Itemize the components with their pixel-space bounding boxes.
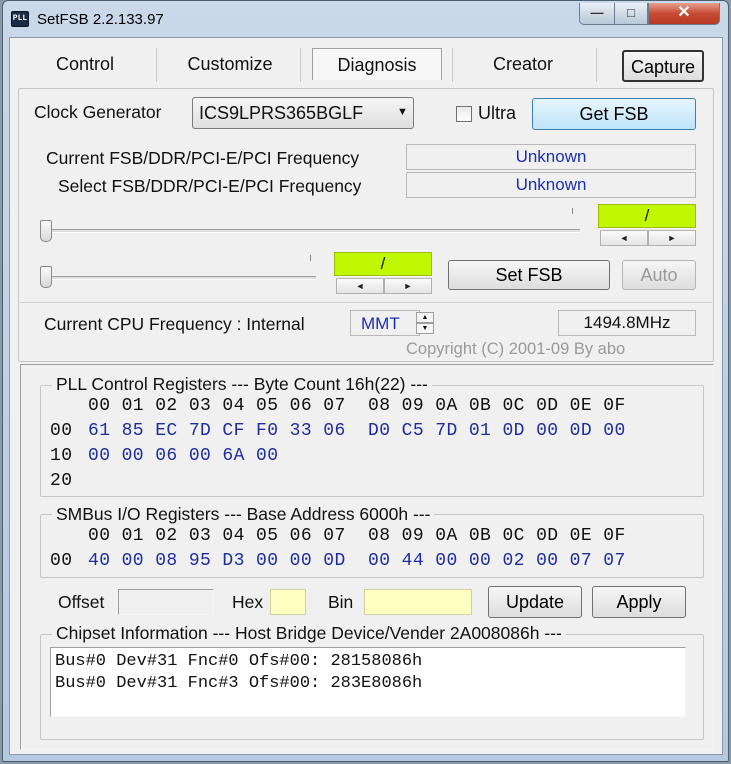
smbus-column-header: 00 01 02 03 04 05 06 07 08 09 0A 0B 0C 0… — [88, 526, 626, 546]
slider-tick — [310, 255, 311, 261]
ddr-spin-right-button[interactable]: ► — [384, 278, 432, 294]
ultra-checkbox[interactable] — [456, 106, 472, 122]
hex-label: Hex — [232, 592, 264, 612]
pll-row-bytes: 61 85 EC 7D CF F0 33 06 D0 C5 7D 01 0D 0… — [88, 421, 626, 441]
cpu-frequency-value: 1494.8MHz — [558, 310, 696, 336]
select-frequency-label: Select FSB/DDR/PCI-E/PCI Frequency — [58, 176, 362, 196]
fsb-slider-track[interactable] — [40, 229, 580, 233]
smbus-row-address: 00 — [50, 551, 73, 571]
pll-registers-header: PLL Control Registers --- Byte Count 16h… — [52, 374, 432, 395]
ddr-slider-thumb[interactable] — [40, 266, 52, 288]
clock-generator-select[interactable]: ICS9LPRS365BGLF ▼ — [192, 97, 414, 129]
ultra-label: Ultra — [478, 103, 517, 123]
bin-input[interactable] — [364, 589, 472, 615]
pll-row-bytes: 00 00 06 00 6A 00 — [88, 446, 279, 466]
ddr-slider-value: / — [334, 252, 432, 276]
set-fsb-button[interactable]: Set FSB — [448, 260, 610, 290]
chipset-info-line: Bus#0 Dev#31 Fnc#0 Ofs#00: 28158086h — [55, 652, 423, 671]
divider — [20, 302, 712, 303]
cpu-source-down-button[interactable]: ▼ — [416, 323, 434, 334]
chevron-down-icon: ▼ — [397, 106, 408, 118]
smbus-row-bytes: 40 00 08 95 D3 00 00 0D 00 44 00 00 02 0… — [88, 551, 626, 571]
pll-row-address: 10 — [50, 446, 73, 466]
chipset-info-line: Bus#0 Dev#31 Fnc#3 Ofs#00: 283E8086h — [55, 674, 423, 693]
ddr-spin-left-button[interactable]: ◄ — [336, 278, 384, 294]
window-title: SetFSB 2.2.133.97 — [37, 11, 164, 28]
minimize-button[interactable]: — — [579, 3, 615, 25]
pll-row-address: 00 — [50, 421, 73, 441]
current-frequency-value: Unknown — [406, 144, 696, 170]
chipset-info-header: Chipset Information --- Host Bridge Devi… — [52, 623, 566, 644]
apply-button[interactable]: Apply — [592, 586, 686, 618]
tab-customize[interactable]: Customize — [172, 48, 288, 80]
select-frequency-value: Unknown — [406, 172, 696, 198]
offset-input[interactable] — [118, 589, 214, 615]
close-button[interactable]: ✕ — [648, 3, 720, 25]
client-area: Control Customize Diagnosis Creator Capt… — [9, 37, 723, 755]
tab-diagnosis[interactable]: Diagnosis — [312, 48, 442, 80]
fsb-spin-left-button[interactable]: ◄ — [600, 230, 648, 246]
fsb-slider-thumb[interactable] — [40, 220, 52, 242]
tab-creator[interactable]: Creator — [466, 48, 580, 80]
get-fsb-button[interactable]: Get FSB — [532, 98, 696, 130]
clock-generator-label: Clock Generator — [34, 102, 162, 122]
clock-generator-value: ICS9LPRS365BGLF — [199, 103, 364, 123]
update-button[interactable]: Update — [488, 586, 582, 618]
slider-tick — [572, 208, 573, 214]
tab-control[interactable]: Control — [28, 48, 142, 80]
tab-separator — [300, 48, 301, 82]
hex-input[interactable] — [270, 589, 306, 615]
fsb-spin-right-button[interactable]: ► — [648, 230, 696, 246]
pll-column-header: 00 01 02 03 04 05 06 07 08 09 0A 0B 0C 0… — [88, 396, 626, 416]
ddr-slider-track[interactable] — [40, 276, 316, 280]
pll-app-icon: PLL — [11, 11, 29, 27]
cpu-frequency-label: Current CPU Frequency : Internal — [44, 314, 305, 334]
tab-separator — [156, 48, 157, 82]
app-window: PLL SetFSB 2.2.133.97 — □ ✕ Control Cust… — [2, 0, 729, 762]
fsb-slider-value: / — [598, 204, 696, 228]
maximize-button[interactable]: □ — [614, 3, 648, 25]
tab-separator — [596, 48, 597, 82]
tab-separator — [452, 48, 453, 82]
current-frequency-label: Current FSB/DDR/PCI-E/PCI Frequency — [46, 148, 360, 168]
chipset-info-textbox[interactable]: Bus#0 Dev#31 Fnc#0 Ofs#00: 28158086h Bus… — [50, 647, 686, 717]
cpu-source-field[interactable]: MMT — [350, 310, 420, 336]
title-bar[interactable]: PLL SetFSB 2.2.133.97 — □ ✕ — [3, 1, 728, 37]
smbus-registers-header: SMBus I/O Registers --- Base Address 600… — [52, 504, 435, 525]
bin-label: Bin — [328, 592, 354, 612]
cpu-source-up-button[interactable]: ▲ — [416, 312, 434, 323]
copyright-text: Copyright (C) 2001-09 By abo — [406, 340, 626, 358]
auto-button[interactable]: Auto — [622, 260, 696, 290]
offset-label: Offset — [58, 592, 105, 612]
cpu-source-value: MMT — [361, 314, 400, 333]
pll-row-address: 20 — [50, 471, 73, 491]
capture-button[interactable]: Capture — [622, 50, 704, 82]
